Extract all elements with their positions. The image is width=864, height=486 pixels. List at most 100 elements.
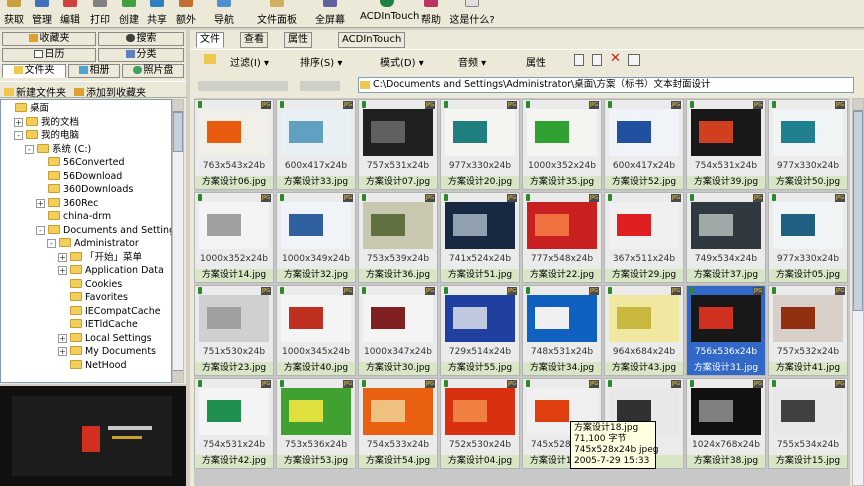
thumbnail-item[interactable]: JPG 754x533x24b 方案设计54.jpg bbox=[358, 378, 438, 469]
tree-expander[interactable]: + bbox=[14, 117, 23, 127]
tree-node[interactable]: china-drm bbox=[48, 210, 111, 223]
acdintouch-button[interactable]: ACDInTouch bbox=[360, 0, 419, 28]
thumbnail-item[interactable]: JPG 749x534x24b 方案设计37.jpg bbox=[686, 192, 766, 283]
tree-expander[interactable]: + bbox=[36, 198, 45, 208]
thumbnail-grid[interactable]: JPG 763x543x24b 方案设计06.jpg JPG 600x417x24b 方案… bbox=[194, 98, 850, 486]
tree-node[interactable]: IETldCache bbox=[70, 318, 138, 331]
scroll-thumb[interactable] bbox=[173, 112, 183, 152]
file-panel-button[interactable]: 文件面板 bbox=[255, 0, 299, 28]
thumbnail-item[interactable]: JPG 757x532x24b 方案设计41.jpg bbox=[768, 285, 848, 376]
folder-tree[interactable]: 桌面 + 我的文档 - 我的电脑 - 系统 (C:) 56Converted 56Downloa… bbox=[0, 99, 172, 383]
tab-view[interactable]: 查看 bbox=[240, 32, 268, 48]
new-folder-button[interactable]: 新建文件夹 bbox=[4, 84, 66, 99]
tree-node[interactable]: - Administrator bbox=[47, 237, 139, 250]
tab-photo-disc[interactable]: 照片盘 bbox=[122, 64, 184, 78]
grid-scrollbar[interactable] bbox=[852, 98, 864, 486]
thumbnail-item[interactable]: JPG 1000x347x24b 方案设计30.jpg bbox=[358, 285, 438, 376]
thumbnail-item[interactable]: JPG 1000x349x24b 方案设计32.jpg bbox=[276, 192, 356, 283]
thumbnail-item[interactable]: JPG 754x531x24b 方案设计42.jpg bbox=[194, 378, 274, 469]
thumbnail-item[interactable]: JPG 600x417x24b 方案设计33.jpg bbox=[276, 99, 356, 190]
thumbnail-item[interactable]: JPG 729x514x24b 方案设计55.jpg bbox=[440, 285, 520, 376]
thumbnail-item[interactable]: JPG 1024x768x24b 方案设计38.jpg bbox=[686, 378, 766, 469]
tab-folders[interactable]: 文件夹 bbox=[2, 64, 66, 78]
tree-expander[interactable]: - bbox=[25, 144, 34, 154]
print-button[interactable]: 打印 bbox=[88, 0, 112, 28]
tab-categories[interactable]: 分类 bbox=[98, 48, 184, 62]
tab-favorites[interactable]: 收藏夹 bbox=[2, 32, 96, 46]
tree-node[interactable]: + My Documents bbox=[58, 345, 156, 358]
whats-this-button[interactable]: 这是什么? bbox=[448, 0, 496, 28]
scroll-thumb[interactable] bbox=[853, 111, 863, 311]
delete-icon[interactable]: ✕ bbox=[610, 51, 621, 66]
tree-expander[interactable]: + bbox=[58, 333, 67, 343]
tab-file[interactable]: 文件 bbox=[196, 32, 224, 48]
extra-button[interactable]: 额外 bbox=[174, 0, 198, 28]
tab-properties[interactable]: 属性 bbox=[284, 32, 312, 48]
audio-button[interactable]: 音频 ▾ bbox=[458, 54, 486, 69]
copy-icon[interactable] bbox=[574, 54, 584, 66]
thumbnail-item[interactable]: JPG 367x511x24b 方案设计29.jpg bbox=[604, 192, 684, 283]
mode-button[interactable]: 模式(D) ▾ bbox=[380, 54, 424, 69]
tab-calendar[interactable]: 日历 bbox=[2, 48, 96, 62]
tree-expander[interactable]: - bbox=[14, 131, 23, 140]
nav-buttons[interactable] bbox=[198, 81, 288, 91]
thumbnail-item[interactable]: JPG 752x530x24b 方案设计04.jpg bbox=[440, 378, 520, 469]
thumbnail-item[interactable]: JPG 977x330x24b 方案设计50.jpg bbox=[768, 99, 848, 190]
thumbnail-item[interactable]: JPG 757x531x24b 方案设计07.jpg bbox=[358, 99, 438, 190]
scroll-up-arrow[interactable] bbox=[173, 100, 183, 112]
view-buttons[interactable] bbox=[300, 81, 340, 91]
tree-node[interactable]: 桌面 bbox=[15, 102, 49, 115]
tree-expander[interactable]: + bbox=[58, 347, 67, 356]
thumbnail-item[interactable]: JPG 755x534x24b 方案设计15.jpg bbox=[768, 378, 848, 469]
tab-acdintouch[interactable]: ACDInTouch bbox=[338, 32, 406, 48]
create-button[interactable]: 创建 bbox=[117, 0, 141, 28]
tab-albums[interactable]: 相册 bbox=[68, 64, 120, 78]
tree-node[interactable]: - 系统 (C:) bbox=[25, 143, 91, 156]
tree-node[interactable]: + Application Data bbox=[58, 264, 164, 277]
tree-node[interactable]: NetHood bbox=[70, 359, 126, 372]
tree-node[interactable]: 360Downloads bbox=[48, 183, 133, 196]
navigate-button[interactable]: 导航 bbox=[212, 0, 236, 28]
paste-icon[interactable] bbox=[592, 54, 602, 66]
thumbnail-item[interactable]: JPG 741x524x24b 方案设计51.jpg bbox=[440, 192, 520, 283]
rename-icon[interactable] bbox=[628, 54, 640, 66]
tree-expander[interactable]: + bbox=[58, 252, 67, 262]
tree-node[interactable]: - 我的电脑 bbox=[14, 129, 79, 142]
scroll-up-arrow[interactable] bbox=[853, 99, 863, 111]
thumbnail-item[interactable]: JPG 600x417x24b 方案设计52.jpg bbox=[604, 99, 684, 190]
address-field[interactable]: C:\Documents and Settings\Administrator\… bbox=[358, 77, 854, 93]
thumbnail-item[interactable]: JPG 964x684x24b 方案设计43.jpg bbox=[604, 285, 684, 376]
thumbnail-item[interactable]: JPG 753x536x24b 方案设计53.jpg bbox=[276, 378, 356, 469]
up-folder-icon[interactable] bbox=[204, 54, 216, 64]
fullscreen-button[interactable]: 全屏幕 bbox=[313, 0, 347, 28]
scroll-down-arrow[interactable] bbox=[173, 370, 183, 382]
thumbnail-item[interactable]: JPG 748x531x24b 方案设计34.jpg bbox=[522, 285, 602, 376]
thumbnail-item[interactable]: JPG 756x536x24b 方案设计31.jpg bbox=[686, 285, 766, 376]
tree-node[interactable]: +360Rec bbox=[36, 197, 98, 210]
tree-node[interactable]: IECompatCache bbox=[70, 305, 161, 318]
tab-search[interactable]: 搜索 bbox=[98, 32, 184, 46]
sort-button[interactable]: 排序(S) ▾ bbox=[300, 54, 342, 69]
thumbnail-item[interactable]: JPG 753x539x24b 方案设计36.jpg bbox=[358, 192, 438, 283]
add-to-favorites-button[interactable]: 添加到收藏夹 bbox=[74, 84, 146, 99]
filter-button[interactable]: 过滤(I) ▾ bbox=[230, 54, 269, 69]
thumbnail-item[interactable]: JPG 1000x352x24b 方案设计14.jpg bbox=[194, 192, 274, 283]
thumbnail-item[interactable]: JPG 977x330x24b 方案设计05.jpg bbox=[768, 192, 848, 283]
tree-scrollbar[interactable] bbox=[172, 99, 184, 383]
thumbnail-item[interactable]: JPG 751x530x24b 方案设计23.jpg bbox=[194, 285, 274, 376]
thumbnail-item[interactable]: JPG 977x330x24b 方案设计20.jpg bbox=[440, 99, 520, 190]
acquire-button[interactable]: 获取 bbox=[2, 0, 26, 28]
manage-button[interactable]: 管理 bbox=[30, 0, 54, 28]
thumbnail-item[interactable]: JPG 1000x345x24b 方案设计40.jpg bbox=[276, 285, 356, 376]
tree-expander[interactable]: - bbox=[47, 239, 56, 248]
tree-node[interactable]: + 「开始」菜单 bbox=[58, 251, 142, 264]
tree-expander[interactable]: + bbox=[58, 266, 67, 275]
tree-node[interactable]: + Local Settings bbox=[58, 332, 152, 345]
thumbnail-item[interactable]: JPG 754x531x24b 方案设计39.jpg bbox=[686, 99, 766, 190]
tree-expander[interactable]: - bbox=[36, 225, 45, 235]
share-button[interactable]: 共享 bbox=[145, 0, 169, 28]
tree-node[interactable]: 56Download bbox=[48, 170, 122, 183]
thumbnail-item[interactable]: JPG 763x543x24b 方案设计06.jpg bbox=[194, 99, 274, 190]
tree-node[interactable]: - Documents and Settings bbox=[36, 224, 171, 237]
tree-node[interactable]: + 我的文档 bbox=[14, 116, 79, 129]
